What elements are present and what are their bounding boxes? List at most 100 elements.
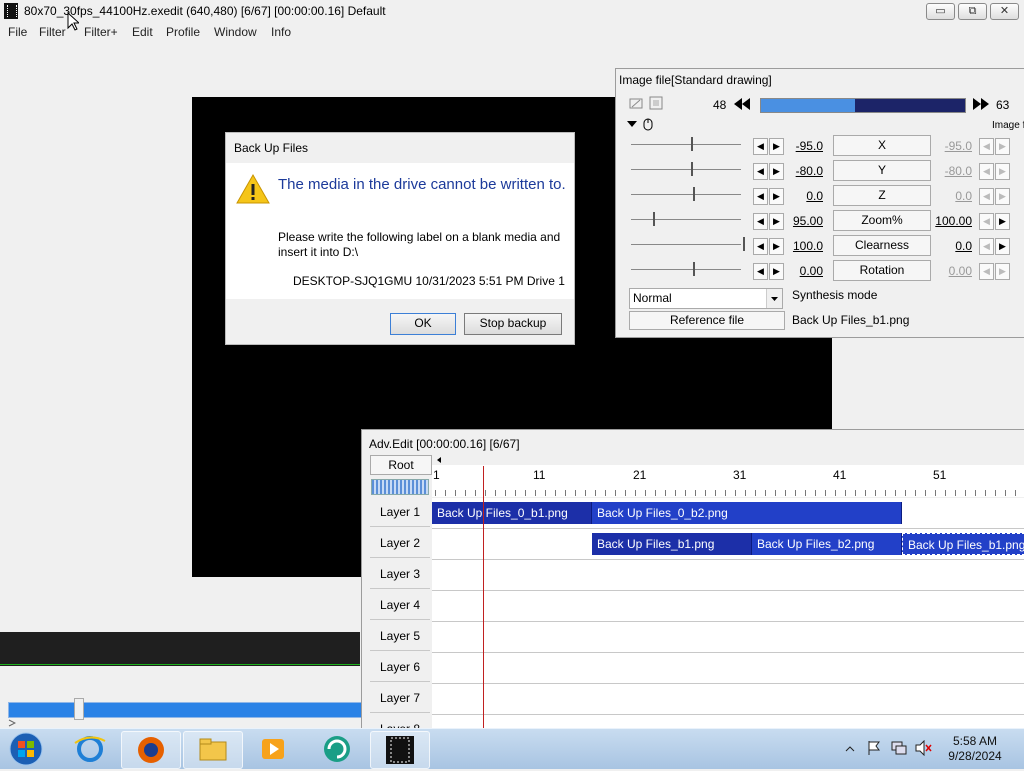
start-button-icon[interactable] bbox=[8, 731, 44, 767]
menu-window[interactable]: Window bbox=[214, 25, 257, 39]
param-end-increment-button[interactable]: ▶ bbox=[995, 188, 1010, 205]
param-slider-thumb[interactable] bbox=[743, 237, 745, 251]
param-slider[interactable] bbox=[631, 244, 741, 245]
param-end-decrement-button[interactable]: ◀ bbox=[979, 238, 994, 255]
close-button[interactable]: ✕ bbox=[990, 3, 1019, 20]
param-end-increment-button[interactable]: ▶ bbox=[995, 263, 1010, 280]
param-decrement-button[interactable]: ◀ bbox=[753, 163, 768, 180]
param-end-value[interactable]: 0.0 bbox=[928, 189, 972, 203]
param-end-decrement-button[interactable]: ◀ bbox=[979, 263, 994, 280]
fast-forward-icon[interactable] bbox=[973, 98, 989, 110]
param-slider-thumb[interactable] bbox=[653, 212, 655, 226]
playhead[interactable] bbox=[483, 466, 484, 729]
root-button[interactable]: Root bbox=[370, 455, 432, 475]
reference-file-button[interactable]: Reference file bbox=[629, 311, 785, 330]
flag-icon[interactable] bbox=[866, 740, 882, 756]
menu-filter-plus[interactable]: Filter+ bbox=[84, 25, 118, 39]
show-hidden-icons-icon[interactable] bbox=[845, 744, 855, 754]
param-end-increment-button[interactable]: ▶ bbox=[995, 138, 1010, 155]
layer-lane[interactable]: Back Up Files_b1.png Back Up Files_b2.png… bbox=[432, 529, 1024, 560]
param-end-decrement-button[interactable]: ◀ bbox=[979, 138, 994, 155]
maximize-button[interactable]: ⧉ bbox=[958, 3, 987, 20]
param-start-value[interactable]: 100.0 bbox=[779, 239, 823, 253]
param-name-button[interactable]: X bbox=[833, 135, 931, 156]
param-slider[interactable] bbox=[631, 169, 741, 170]
param-end-value[interactable]: 100.00 bbox=[928, 214, 972, 228]
blend-mode-select[interactable]: Normal bbox=[629, 288, 783, 309]
layer-label[interactable]: Layer 1 bbox=[370, 498, 430, 527]
taskbar-firefox[interactable] bbox=[121, 731, 181, 769]
param-decrement-button[interactable]: ◀ bbox=[753, 263, 768, 280]
param-name-button[interactable]: Z bbox=[833, 185, 931, 206]
param-decrement-button[interactable]: ◀ bbox=[753, 188, 768, 205]
layer-lane[interactable] bbox=[432, 591, 1024, 622]
param-end-increment-button[interactable]: ▶ bbox=[995, 213, 1010, 230]
param-start-value[interactable]: 95.00 bbox=[779, 214, 823, 228]
param-end-value[interactable]: 0.0 bbox=[928, 239, 972, 253]
param-end-increment-button[interactable]: ▶ bbox=[995, 163, 1010, 180]
taskbar-media-player[interactable] bbox=[245, 731, 303, 767]
system-clock[interactable]: 5:58 AM 9/28/2024 bbox=[940, 734, 1010, 764]
layer-label[interactable]: Layer 6 bbox=[370, 653, 430, 682]
frame-range-bar[interactable] bbox=[760, 98, 966, 113]
zoom-bar[interactable] bbox=[371, 479, 429, 495]
param-name-button[interactable]: Rotation bbox=[833, 260, 931, 281]
timeline-clip[interactable]: Back Up Files_b2.png bbox=[752, 533, 902, 555]
param-end-decrement-button[interactable]: ◀ bbox=[979, 163, 994, 180]
camera-icon[interactable] bbox=[629, 96, 643, 110]
param-end-value[interactable]: 0.00 bbox=[928, 264, 972, 278]
network-icon[interactable] bbox=[890, 740, 908, 756]
layer-lane[interactable]: Back Up Files_0_b1.png Back Up Files_0_b2… bbox=[432, 498, 1024, 529]
param-slider-thumb[interactable] bbox=[693, 262, 695, 276]
layer-label[interactable]: Layer 2 bbox=[370, 529, 430, 558]
layer-label[interactable]: Layer 5 bbox=[370, 622, 430, 651]
param-end-increment-button[interactable]: ▶ bbox=[995, 238, 1010, 255]
param-slider[interactable] bbox=[631, 219, 741, 220]
param-start-value[interactable]: 0.00 bbox=[779, 264, 823, 278]
menu-edit[interactable]: Edit bbox=[132, 25, 153, 39]
param-slider-thumb[interactable] bbox=[691, 137, 693, 151]
param-end-value[interactable]: -95.0 bbox=[928, 139, 972, 153]
param-slider[interactable] bbox=[631, 269, 741, 270]
timeline-clip[interactable]: Back Up Files_b1.png bbox=[592, 533, 752, 555]
timeline-clip[interactable]: Back Up Files_0_b2.png bbox=[592, 502, 902, 524]
layer-lane[interactable] bbox=[432, 715, 1024, 729]
menu-info[interactable]: Info bbox=[271, 25, 291, 39]
collapse-triangle-icon[interactable] bbox=[626, 119, 638, 129]
menu-filter[interactable]: Filter bbox=[39, 25, 66, 39]
seek-thumb[interactable] bbox=[74, 698, 84, 720]
rewind-icon[interactable] bbox=[734, 98, 750, 110]
timeline-clip[interactable]: Back Up Files_b1.png bbox=[902, 533, 1024, 555]
frame-icon[interactable] bbox=[649, 96, 663, 110]
param-decrement-button[interactable]: ◀ bbox=[753, 138, 768, 155]
param-start-value[interactable]: -80.0 bbox=[779, 164, 823, 178]
param-name-button[interactable]: Y bbox=[833, 160, 931, 181]
taskbar-aviutl[interactable] bbox=[370, 731, 430, 769]
layer-lane[interactable] bbox=[432, 622, 1024, 653]
layer-lane[interactable] bbox=[432, 560, 1024, 591]
param-end-decrement-button[interactable]: ◀ bbox=[979, 188, 994, 205]
taskbar-explorer[interactable] bbox=[183, 731, 243, 769]
scroll-left-icon[interactable] bbox=[435, 456, 443, 464]
param-end-decrement-button[interactable]: ◀ bbox=[979, 213, 994, 230]
layer-label[interactable]: Layer 8 bbox=[370, 715, 430, 729]
layer-lane[interactable] bbox=[432, 684, 1024, 715]
menu-file[interactable]: File bbox=[8, 25, 27, 39]
volume-muted-icon[interactable] bbox=[914, 740, 932, 756]
param-name-button[interactable]: Zoom% bbox=[833, 210, 931, 231]
layer-label[interactable]: Layer 3 bbox=[370, 560, 430, 589]
param-end-value[interactable]: -80.0 bbox=[928, 164, 972, 178]
param-slider-thumb[interactable] bbox=[691, 162, 693, 176]
param-decrement-button[interactable]: ◀ bbox=[753, 213, 768, 230]
seek-bar[interactable] bbox=[8, 702, 362, 718]
layer-lane[interactable] bbox=[432, 653, 1024, 684]
minimize-button[interactable]: ▭ bbox=[926, 3, 955, 20]
dropdown-arrow-icon[interactable] bbox=[766, 289, 782, 308]
taskbar-ie[interactable] bbox=[61, 731, 119, 767]
param-start-value[interactable]: 0.0 bbox=[779, 189, 823, 203]
param-slider[interactable] bbox=[631, 144, 741, 145]
stop-backup-button[interactable]: Stop backup bbox=[464, 313, 562, 335]
taskbar-app[interactable] bbox=[308, 731, 366, 767]
layer-label[interactable]: Layer 7 bbox=[370, 684, 430, 713]
timeline-clip[interactable]: Back Up Files_0_b1.png bbox=[432, 502, 592, 524]
